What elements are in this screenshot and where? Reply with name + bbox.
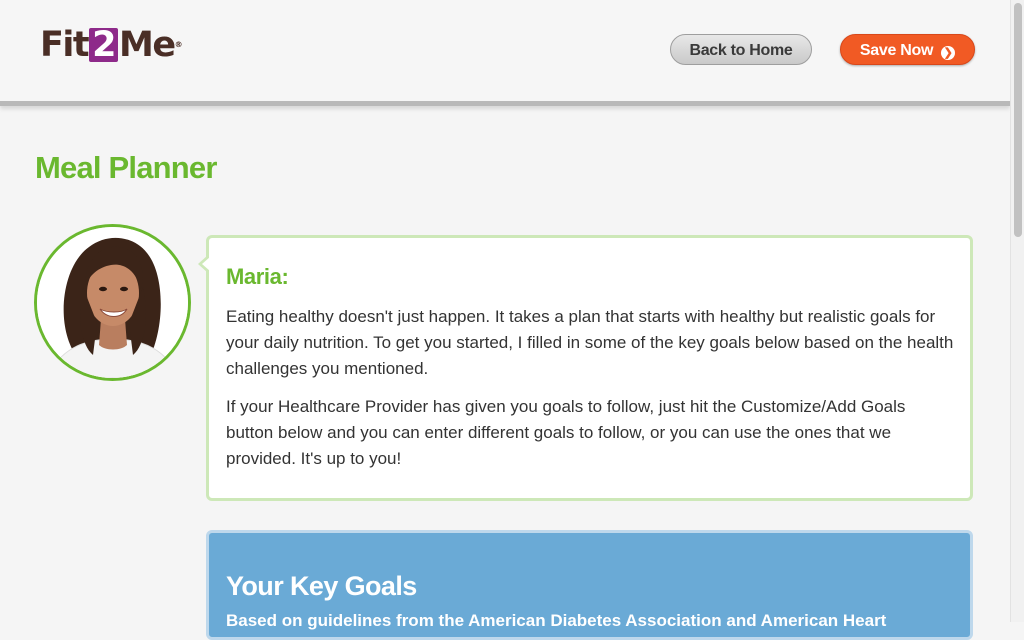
logo-registered-mark: ® xyxy=(174,40,183,49)
back-to-home-label: Back to Home xyxy=(689,42,793,59)
key-goals-title: Your Key Goals xyxy=(226,571,417,601)
save-now-button[interactable]: Save Now ❯ xyxy=(840,34,975,65)
page-title: Meal Planner xyxy=(35,150,217,185)
save-now-label: Save Now xyxy=(859,42,934,59)
coach-message-paragraph-2: If your Healthcare Provider has given yo… xyxy=(226,397,906,468)
logo-number: 2 xyxy=(89,28,118,63)
back-to-home-button[interactable]: Back to Home xyxy=(670,34,812,65)
key-goals-subtitle: Based on guidelines from the American Di… xyxy=(226,611,887,630)
chevron-right-circle-icon: ❯ xyxy=(941,46,956,60)
fit2me-logo[interactable]: Fit 2 Me® xyxy=(40,25,183,65)
header: Fit 2 Me® Back to Home Save Now ❯ xyxy=(0,0,1010,106)
coach-portrait-image xyxy=(37,227,188,378)
coach-message-bubble: Maria: Eating healthy doesn't just happe… xyxy=(206,235,973,501)
coach-message-paragraph-1: Eating healthy doesn't just happen. It t… xyxy=(226,307,954,378)
speech-bubble-tail-fill xyxy=(202,257,210,271)
coach-avatar xyxy=(34,224,191,381)
coach-name: Maria: xyxy=(226,264,289,289)
scrollbar-thumb[interactable] xyxy=(1014,3,1022,237)
logo-suffix: Me xyxy=(119,25,176,65)
key-goals-panel: Your Key Goals Based on guidelines from … xyxy=(206,530,973,640)
page-scrollbar[interactable] xyxy=(1010,0,1024,622)
logo-prefix: Fit xyxy=(40,25,90,65)
